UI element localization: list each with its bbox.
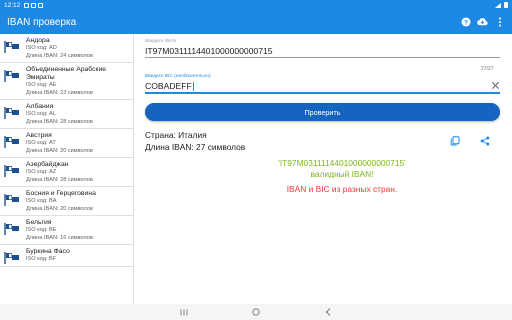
flag-icon — [4, 252, 19, 264]
system-nav-bar — [0, 304, 512, 320]
app-title: IBAN проверка — [7, 16, 77, 28]
country-item[interactable]: Азербайджан ISO код: AZ Длина IBAN: 28 с… — [0, 158, 133, 187]
country-item[interactable]: Австрия ISO код: AT Длина IBAN: 20 симво… — [0, 129, 133, 158]
flag-icon — [4, 107, 19, 119]
copy-icon[interactable] — [450, 136, 460, 146]
status-time: 12:12 — [4, 1, 21, 9]
iban-char-counter: 27/27 — [481, 66, 494, 72]
country-iso: ISO код: BA — [26, 198, 57, 204]
country-iso: ISO код: BE — [26, 227, 57, 233]
bic-field[interactable]: Введите BIC (необязательно) COBADEFF — [145, 74, 500, 94]
result-iban-length: Длина IBAN: 27 символов — [145, 142, 246, 152]
country-iban-length: Длина IBAN: 16 символов — [26, 234, 93, 241]
country-iban-length: Длина IBAN: 28 символов — [26, 176, 93, 183]
country-item[interactable]: Бельгия ISO код: BE Длина IBAN: 16 симво… — [0, 216, 133, 245]
main-pane: Введите IBAN IT97M0311114401000000000715… — [134, 34, 512, 304]
country-iban-length: Длина IBAN: 23 символов — [26, 89, 93, 96]
notification-icon — [24, 2, 30, 8]
flag-icon — [4, 41, 19, 53]
country-iso: ISO код: AD — [26, 45, 57, 51]
result-country: Страна: Италия — [145, 130, 207, 140]
share-icon[interactable] — [480, 136, 490, 146]
country-name: Босния и Герцеговина — [26, 190, 96, 197]
more-vert-icon[interactable] — [494, 17, 505, 28]
bic-input-row[interactable]: COBADEFF — [145, 80, 500, 92]
flag-icon — [4, 223, 19, 235]
help-icon[interactable]: ? — [460, 17, 471, 28]
notification-icon — [38, 2, 44, 8]
country-iso: ISO код: BF — [26, 256, 57, 262]
bic-field-underline — [145, 92, 500, 94]
country-iban-length: Длина IBAN: 24 символов — [26, 52, 93, 59]
country-name: Азербайджан — [26, 161, 69, 168]
result-mismatch-message: IBAN и BIC из разных стран. — [286, 184, 398, 194]
country-iso: ISO код: AE — [26, 82, 57, 88]
cloud-download-icon[interactable] — [477, 17, 488, 28]
clear-icon[interactable] — [491, 81, 500, 90]
flag-icon — [4, 194, 19, 206]
country-name: Албания — [26, 103, 54, 110]
svg-text:?: ? — [464, 19, 468, 26]
check-button[interactable]: Проверить — [145, 103, 500, 121]
text-cursor — [192, 81, 194, 91]
wifi-icon — [495, 2, 501, 8]
country-name: Австрия — [26, 132, 52, 139]
country-iban-length: Длина IBAN: 20 символов — [26, 147, 93, 154]
country-iso: ISO код: AL — [26, 111, 56, 117]
result-valid-message: валидный IBAN! — [310, 169, 374, 179]
home-icon[interactable] — [251, 307, 261, 317]
country-name: Буркина Фасо — [26, 248, 70, 255]
country-list[interactable]: Андора ISO код: AD Длина IBAN: 24 символ… — [0, 34, 133, 304]
flag-icon — [4, 136, 19, 148]
back-icon[interactable] — [323, 307, 333, 317]
result-iban-echo: 'IT97M0311114401000000000715' — [278, 158, 406, 168]
country-name: Бельгия — [26, 219, 52, 226]
country-iso: ISO код: AT — [26, 140, 56, 146]
country-item[interactable]: Босния и Герцеговина ISO код: BA Длина I… — [0, 187, 133, 216]
country-iban-length: Длина IBAN: 20 символов — [26, 205, 93, 212]
notification-icon — [31, 2, 37, 8]
country-item[interactable]: Андора ISO код: AD Длина IBAN: 24 символ… — [0, 34, 133, 63]
country-iban-length: Длина IBAN: 28 символов — [26, 118, 93, 125]
bic-input[interactable]: COBADEFF — [145, 81, 192, 91]
country-item[interactable]: Албания ISO код: AL Длина IBAN: 28 симво… — [0, 100, 133, 129]
country-name: Объединенные Арабские Эмираты — [26, 66, 107, 81]
app-bar: IBAN проверка ? — [0, 10, 512, 34]
flag-icon — [4, 70, 19, 82]
battery-icon — [504, 2, 508, 8]
iban-input[interactable]: IT97M0311114401000000000715 — [145, 45, 500, 57]
country-item[interactable]: Буркина Фасо ISO код: BF — [0, 245, 133, 267]
status-bar: 12:12 — [0, 0, 512, 10]
country-item[interactable]: Объединенные Арабские Эмираты ISO код: A… — [0, 63, 133, 100]
country-name: Андора — [26, 37, 50, 44]
iban-field[interactable]: Введите IBAN IT97M0311114401000000000715 — [145, 39, 500, 58]
flag-icon — [4, 165, 19, 177]
country-iso: ISO код: AZ — [26, 169, 57, 175]
recents-icon[interactable] — [179, 307, 189, 317]
iban-field-underline — [145, 57, 500, 58]
